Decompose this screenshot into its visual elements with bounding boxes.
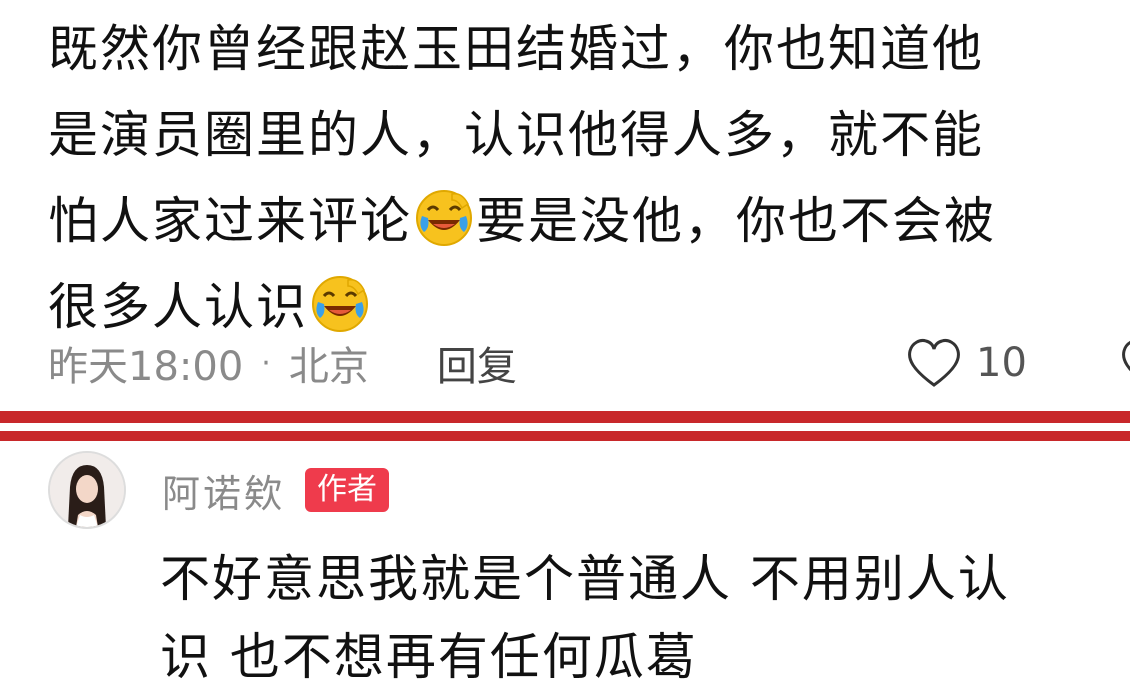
comment-line: 是演员圈里的人，认识他得人多，就不能	[48, 106, 984, 164]
comment-body: 既然你曾经跟赵玉田结婚过，你也知道他 是演员圈里的人，认识他得人多，就不能 怕人…	[48, 6, 1123, 350]
laughing-crying-emoji-icon	[312, 276, 368, 332]
author-badge: 作者	[305, 468, 390, 512]
divider-line	[0, 411, 1130, 423]
like-button[interactable]: 10	[906, 337, 1027, 389]
comment-line: 既然你曾经跟赵玉田结婚过，你也知道他	[48, 20, 984, 78]
divider-line	[0, 431, 1130, 441]
comment-line: 怕人家过来评论 要是没他，你也不会被	[48, 178, 1123, 264]
comment-meta-bar: 昨天18:00 · 北京 回复 10	[48, 333, 1130, 393]
comment-text: 要是没他，你也不会被	[476, 192, 996, 250]
avatar[interactable]	[48, 451, 126, 529]
avatar-portrait-icon	[50, 453, 124, 527]
heart-icon	[908, 339, 960, 387]
dislike-button[interactable]	[1120, 337, 1130, 399]
comment-text: 很多人认识	[48, 278, 308, 336]
reply-line: 不好意思我就是个普通人 不用别人认	[160, 550, 1010, 608]
reply-username[interactable]: 阿诺欸	[162, 463, 285, 518]
like-count: 10	[976, 340, 1027, 386]
reply-line: 识 也不想再有任何瓜葛	[160, 628, 698, 686]
comment-time: 昨天18:00	[48, 344, 244, 390]
meta-separator: ·	[261, 345, 271, 381]
broken-heart-icon	[1122, 340, 1130, 372]
laughing-crying-emoji-icon	[416, 190, 472, 246]
reply-header: 阿诺欸 作者	[48, 450, 390, 530]
reply-body: 不好意思我就是个普通人 不用别人认 识 也不想再有任何瓜葛	[160, 540, 1125, 696]
reply-button[interactable]: 回复	[437, 334, 517, 392]
comment-text: 怕人家过来评论	[48, 192, 412, 250]
comment-location: 北京	[288, 344, 369, 390]
